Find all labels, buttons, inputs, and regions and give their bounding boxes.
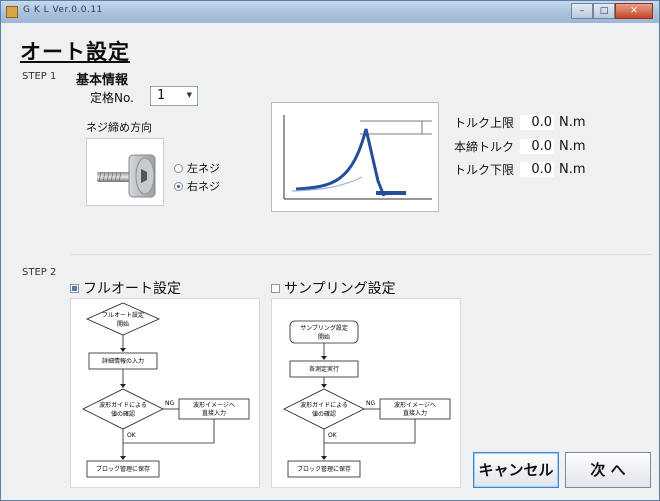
sampling-start-label-2: 開始 [318,333,330,341]
app-icon [6,6,18,18]
left-thread-radio[interactable] [174,163,183,173]
torque-upper-input[interactable]: 0.0 [520,114,554,130]
window-title: G K L Ver.0.0.11 [23,5,103,15]
sampling-decision-shape [283,388,365,430]
window-controls: – □ ✕ [571,3,653,19]
sampling-ok-label: OK [328,432,338,439]
sampling-flowchart[interactable]: サンプリング設定 開始 各測定実行 波形ガイドによる 値の確認 NG 波形イメー… [271,298,461,488]
flow-ng-label: NG [165,400,174,407]
full-auto-checkbox[interactable] [70,283,79,293]
flow-start-label-2: 開始 [117,320,129,328]
chevron-down-icon: ▼ [186,91,192,99]
torque-final-input[interactable]: 0.0 [520,138,554,154]
torque-upper-unit: N.m [559,114,586,130]
basic-info-heading: 基本情報 [76,73,129,88]
bolt-icon [97,154,156,198]
sampling-direct-label-2: 直接入力 [403,409,427,417]
left-thread-option[interactable]: 左ネジ [174,160,220,176]
section-divider [70,254,652,255]
flow-start-shape [86,302,160,336]
flow-direct-label-2: 直接入力 [202,409,226,417]
left-thread-label: 左ネジ [187,162,220,175]
flow-start-label: フルオート設定 [102,311,144,319]
torque-lower-unit: N.m [559,161,586,177]
torque-graph-image [271,102,439,212]
torque-final-unit: N.m [559,138,586,154]
right-thread-label: 右ネジ [187,180,220,193]
sampling-decision-label-2: 値の確認 [312,410,336,418]
spec-no-select[interactable]: 1 ▼ [150,86,198,106]
sampling-flow-diagram: サンプリング設定 開始 各測定実行 波形ガイドによる 値の確認 NG 波形イメー… [283,320,451,478]
right-thread-option[interactable]: 右ネジ [174,178,220,194]
sampling-option[interactable]: サンプリング設定 [271,278,396,298]
thread-direction-label: ネジ締め方向 [86,121,152,134]
close-button[interactable]: ✕ [615,3,653,19]
flow-ok-label: OK [127,432,137,439]
cancel-button[interactable]: キャンセル [473,452,559,488]
flow-save-label: ブロック管理に保存 [96,465,150,473]
minimize-button[interactable]: – [571,3,593,19]
torque-upper-label: トルク上限 [454,115,515,130]
flow-input-label: 詳細情報の入力 [102,357,144,365]
flow-decision-shape [82,388,164,430]
torque-lower-input[interactable]: 0.0 [520,161,554,177]
flow-decision-label-2: 値の確認 [111,410,135,418]
flow-direct-label: 波形イメージへ [193,401,235,409]
full-auto-label: フルオート設定 [83,281,181,297]
sampling-direct-label: 波形イメージへ [394,401,436,409]
title-bar[interactable]: G K L Ver.0.0.11 – □ ✕ [1,1,659,23]
bolt-image [86,138,164,206]
maximize-button[interactable]: □ [593,3,615,19]
sampling-label: サンプリング設定 [284,281,396,297]
page-title: オート設定 [20,40,130,64]
torque-lower-row: トルク下限 0.0 N.m [454,160,586,178]
full-auto-option[interactable]: フルオート設定 [70,278,181,298]
torque-final-label: 本締トルク [454,139,515,154]
spec-no-value: 1 [157,88,166,103]
sampling-measure-label: 各測定実行 [309,365,339,373]
full-auto-flowchart[interactable]: フルオート設定 開始 詳細情報の入力 波形ガイドによる 値の確認 NG 波形イメ… [70,298,260,488]
torque-lower-label: トルク下限 [454,162,515,177]
torque-upper-row: トルク上限 0.0 N.m [454,113,586,131]
spec-no-label: 定格No. [90,91,134,105]
right-thread-radio[interactable] [174,181,183,191]
flow-decision-label: 波形ガイドによる [99,401,147,409]
torque-curve-icon [283,115,432,200]
next-button[interactable]: 次 へ [565,452,651,488]
sampling-decision-label: 波形ガイドによる [300,401,348,409]
sampling-start-label: サンプリング設定 [300,324,348,332]
torque-final-row: 本締トルク 0.0 N.m [454,137,586,155]
sampling-ng-label: NG [366,400,375,407]
sampling-save-label: ブロック管理に保存 [297,465,351,473]
step2-label: STEP 2 [22,267,57,278]
sampling-checkbox[interactable] [271,283,280,293]
full-auto-flow-diagram: フルオート設定 開始 詳細情報の入力 波形ガイドによる 値の確認 NG 波形イメ… [82,302,250,478]
step1-label: STEP 1 [22,71,57,82]
